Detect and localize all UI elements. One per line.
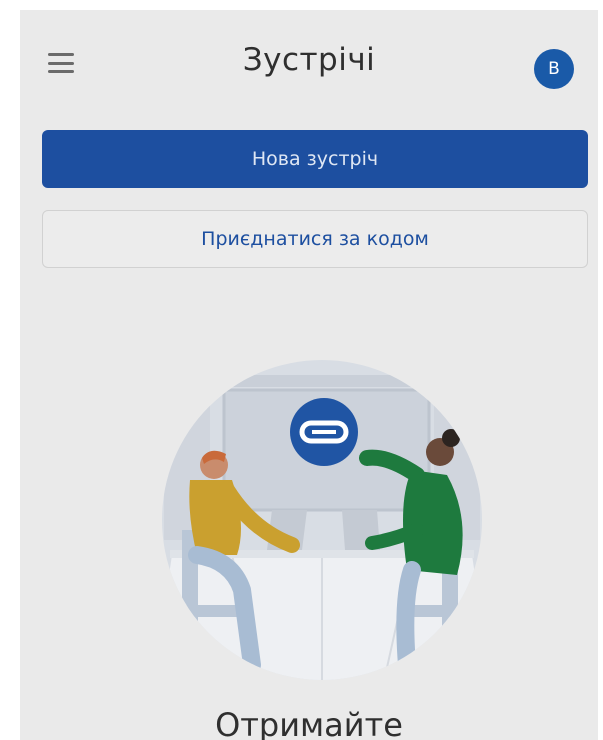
join-by-code-button[interactable]: Приєднатися за кодом [42,210,588,268]
avatar[interactable]: В [534,49,574,89]
page-title: Зустрічі [242,42,376,78]
app-bar: Зустрічі В [20,10,598,125]
meetings-screen: Зустрічі В Нова зустріч Приєднатися за к… [20,10,598,740]
new-meeting-button[interactable]: Нова зустріч [42,130,588,188]
meeting-illustration [162,360,482,680]
promo-heading: Отримайте [215,706,403,740]
link-icon [290,398,358,466]
